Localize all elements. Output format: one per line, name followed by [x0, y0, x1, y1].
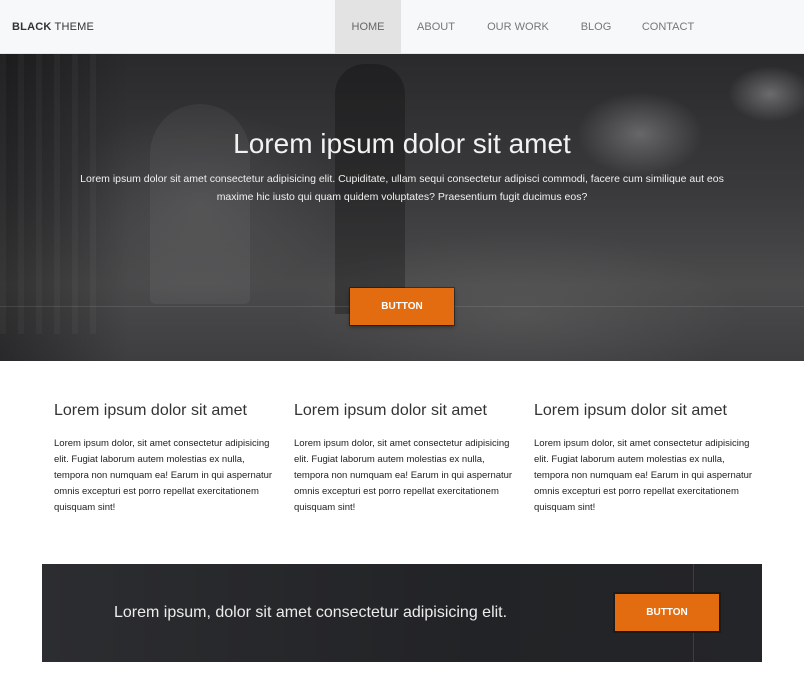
feature-column: Lorem ipsum dolor sit amet Lorem ipsum d…	[534, 402, 758, 516]
feature-title: Lorem ipsum dolor sit amet	[54, 402, 247, 419]
brand-bold: BLACK	[12, 21, 52, 33]
nav-item-home[interactable]: HOME	[335, 0, 401, 54]
hero-section: Lorem ipsum dolor sit amet Lorem ipsum d…	[0, 54, 804, 361]
hero-title: Lorem ipsum dolor sit amet	[233, 128, 571, 159]
feature-text: Lorem ipsum dolor, sit amet consectetur …	[54, 438, 273, 513]
nav-item-about[interactable]: ABOUT	[401, 0, 471, 54]
brand-logo[interactable]: BLACK THEME	[12, 0, 94, 54]
feature-text: Lorem ipsum dolor, sit amet consectetur …	[294, 438, 513, 513]
feature-title: Lorem ipsum dolor sit amet	[534, 402, 727, 419]
main-nav: HOME ABOUT OUR WORK BLOG CONTACT	[335, 0, 709, 54]
nav-item-blog[interactable]: BLOG	[565, 0, 627, 54]
feature-column: Lorem ipsum dolor sit amet Lorem ipsum d…	[54, 402, 278, 516]
cta-banner: Lorem ipsum, dolor sit amet consectetur …	[42, 564, 762, 662]
brand-rest: THEME	[51, 21, 95, 33]
cta-text: Lorem ipsum, dolor sit amet consectetur …	[114, 604, 508, 621]
nav-item-contact[interactable]: CONTACT	[627, 0, 709, 54]
feature-title: Lorem ipsum dolor sit amet	[294, 402, 487, 419]
nav-item-our-work[interactable]: OUR WORK	[471, 0, 565, 54]
feature-text: Lorem ipsum dolor, sit amet consectetur …	[534, 438, 753, 513]
hero-subtitle: Lorem ipsum dolor sit amet consectetur a…	[80, 173, 724, 203]
hero-button[interactable]: BUTTON	[350, 288, 454, 325]
navbar: BLACK THEME HOME ABOUT OUR WORK BLOG CON…	[0, 0, 804, 54]
cta-button[interactable]: BUTTON	[615, 594, 719, 631]
feature-column: Lorem ipsum dolor sit amet Lorem ipsum d…	[294, 402, 518, 516]
